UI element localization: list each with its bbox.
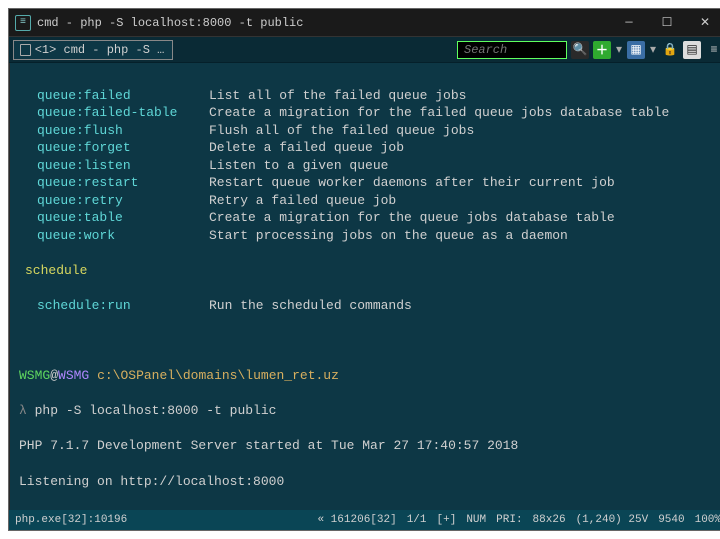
windows-dropdown-icon[interactable]: ▾: [649, 41, 657, 59]
command-row: queue:listenListen to a given queue: [19, 157, 717, 175]
app-icon: ≡: [15, 15, 31, 31]
command-row: queue:flushFlush all of the failed queue…: [19, 122, 717, 140]
prompt-arrow: λ: [19, 403, 27, 418]
command-description: Retry a failed queue job: [209, 192, 396, 210]
new-tab-dropdown-icon[interactable]: ▾: [615, 41, 623, 59]
command-name: queue:restart: [19, 174, 209, 192]
status-zoom: 100%: [695, 514, 720, 526]
search-icon[interactable]: 🔍: [571, 41, 589, 59]
command-row: queue:failedList all of the failed queue…: [19, 87, 717, 105]
window-controls: — ☐ ✕: [619, 15, 720, 30]
command-name: queue:retry: [19, 192, 209, 210]
status-coord: (1,240) 25V: [576, 514, 649, 526]
status-timestamp: « 161206[32]: [317, 514, 396, 526]
command-description: List all of the failed queue jobs: [209, 87, 466, 105]
command-name: queue:failed-table: [19, 104, 209, 122]
maximize-button[interactable]: ☐: [657, 15, 677, 30]
terminal-output[interactable]: queue:failedList all of the failed queue…: [9, 63, 720, 510]
blank-line: [19, 332, 717, 350]
title-bar: ≡ cmd - php -S localhost:8000 -t public …: [9, 9, 720, 37]
new-tab-button[interactable]: ＋: [593, 41, 611, 59]
command-row: schedule:runRun the scheduled commands: [19, 297, 717, 315]
tab-label: <1> cmd - php -S l...: [35, 43, 166, 57]
command-row: queue:workStart processing jobs on the q…: [19, 227, 717, 245]
minimize-button[interactable]: —: [619, 15, 639, 30]
command-group-schedule: schedule: [19, 262, 717, 280]
prompt-line-2: λ php -S localhost:8000 -t public: [19, 402, 717, 420]
prompt-line-1: WSMG@WSMG c:\OSPanel\domains\lumen_ret.u…: [19, 367, 717, 385]
command-row: queue:tableCreate a migration for the qu…: [19, 209, 717, 227]
status-pri: PRI:: [496, 514, 522, 526]
prompt-host: WSMG: [58, 368, 89, 383]
command-name: queue:forget: [19, 139, 209, 157]
command-description: Listen to a given queue: [209, 157, 388, 175]
status-num: NUM: [466, 514, 486, 526]
command-name: queue:work: [19, 227, 209, 245]
prompt-at: @: [50, 368, 58, 383]
status-size: 88x26: [533, 514, 566, 526]
command-name: schedule:run: [19, 297, 209, 315]
tab-icon: [20, 44, 31, 56]
toolbar: <1> cmd - php -S l... 🔍 ＋ ▾ ▦ ▾ 🔒 ▤ ≡: [9, 37, 720, 63]
lock-icon[interactable]: 🔒: [661, 41, 679, 59]
list-icon[interactable]: ▤: [683, 41, 701, 59]
command-row: queue:restartRestart queue worker daemon…: [19, 174, 717, 192]
command-description: Create a migration for the failed queue …: [209, 104, 669, 122]
command-name: queue:table: [19, 209, 209, 227]
command-name: queue:failed: [19, 87, 209, 105]
command-name: queue:flush: [19, 122, 209, 140]
command-description: Restart queue worker daemons after their…: [209, 174, 615, 192]
command-row: queue:failed-tableCreate a migration for…: [19, 104, 717, 122]
command-description: Delete a failed queue job: [209, 139, 404, 157]
command-row: queue:forgetDelete a failed queue job: [19, 139, 717, 157]
window-title: cmd - php -S localhost:8000 -t public: [37, 16, 619, 30]
prompt-user: WSMG: [19, 368, 50, 383]
prompt-path: c:\OSPanel\domains\lumen_ret.uz: [97, 368, 339, 383]
command-description: Run the scheduled commands: [209, 297, 412, 315]
close-button[interactable]: ✕: [695, 15, 715, 30]
command-description: Create a migration for the queue jobs da…: [209, 209, 615, 227]
windows-icon[interactable]: ▦: [627, 41, 645, 59]
search-input[interactable]: [457, 41, 567, 59]
tab-1[interactable]: <1> cmd - php -S l...: [13, 40, 173, 60]
command-name: queue:listen: [19, 157, 209, 175]
command-description: Flush all of the failed queue jobs: [209, 122, 474, 140]
status-position: 1/1: [407, 514, 427, 526]
command-description: Start processing jobs on the queue as a …: [209, 227, 568, 245]
output-line-2: Listening on http://localhost:8000: [19, 473, 717, 491]
status-col: 9540: [658, 514, 684, 526]
output-line-1: PHP 7.1.7 Development Server started at …: [19, 437, 717, 455]
status-bar: php.exe[32]:10196 « 161206[32] 1/1 [+] N…: [9, 510, 720, 530]
prompt-command: php -S localhost:8000 -t public: [35, 403, 277, 418]
status-insert: [+]: [437, 514, 457, 526]
command-row: queue:retryRetry a failed queue job: [19, 192, 717, 210]
status-process: php.exe[32]:10196: [15, 514, 127, 526]
menu-icon[interactable]: ≡: [705, 41, 720, 59]
app-window: ≡ cmd - php -S localhost:8000 -t public …: [8, 8, 720, 531]
